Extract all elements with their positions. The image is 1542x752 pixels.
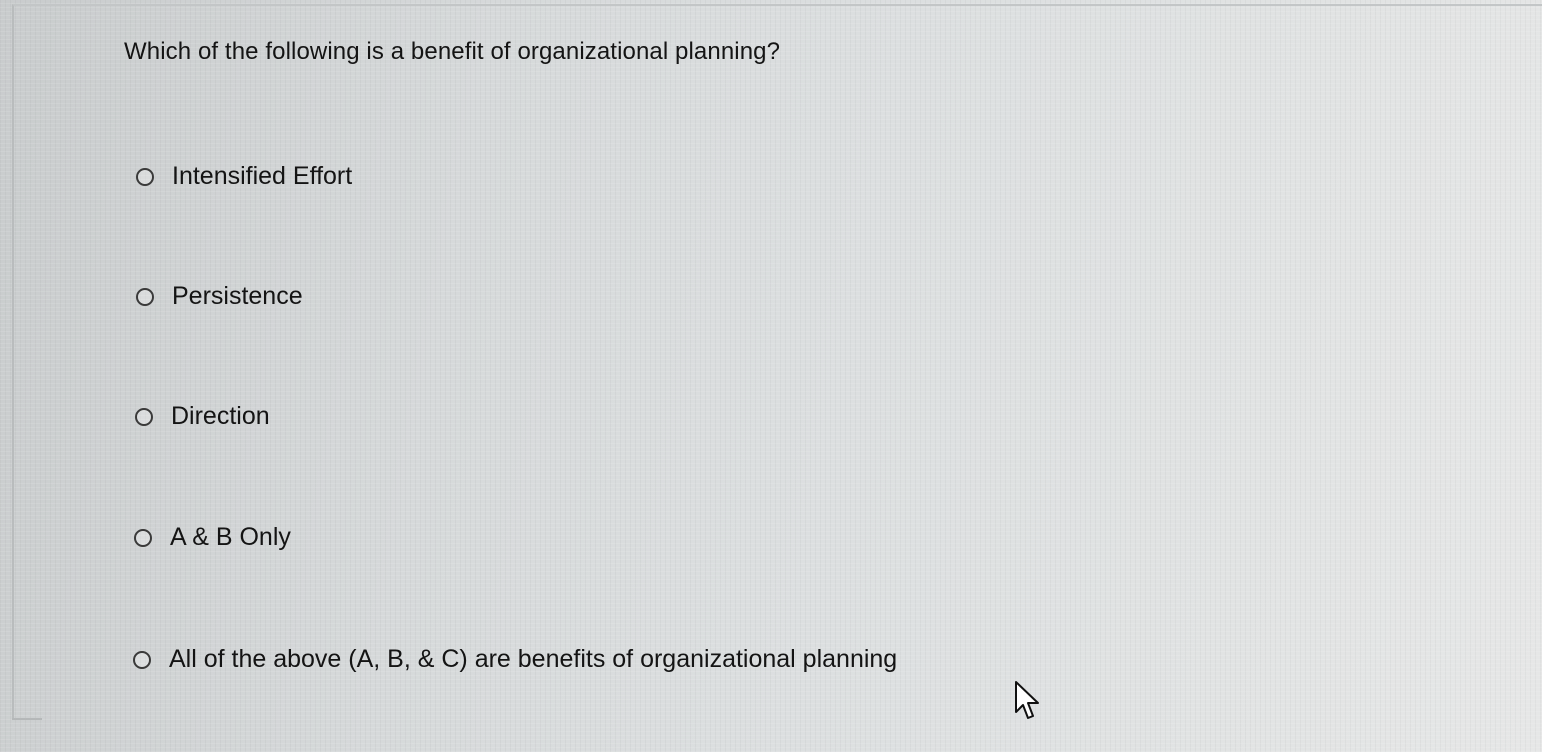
choice-all-of-the-above[interactable]: All of the above (A, B, & C) are benefit… (133, 645, 897, 674)
choice-label: Persistence (172, 282, 303, 310)
radio-button-icon[interactable] (135, 407, 153, 426)
mouse-pointer-icon (1015, 681, 1039, 719)
radio-button-icon[interactable] (133, 650, 151, 669)
radio-button-icon[interactable] (136, 167, 154, 186)
panel-divider (12, 718, 42, 720)
choice-direction[interactable]: Direction (135, 402, 270, 431)
radio-button-icon[interactable] (136, 287, 154, 306)
radio-button-icon[interactable] (134, 528, 152, 547)
choice-a-and-b-only[interactable]: A & B Only (134, 523, 291, 552)
choice-label: A & B Only (170, 523, 291, 551)
choice-persistence[interactable]: Persistence (136, 282, 303, 311)
choice-label: All of the above (A, B, & C) are benefit… (169, 645, 898, 673)
question-panel (12, 4, 1542, 720)
question-text: Which of the following is a benefit of o… (124, 38, 781, 65)
choice-label: Intensified Effort (172, 162, 353, 190)
choice-intensified-effort[interactable]: Intensified Effort (136, 162, 352, 191)
choice-label: Direction (171, 402, 270, 430)
